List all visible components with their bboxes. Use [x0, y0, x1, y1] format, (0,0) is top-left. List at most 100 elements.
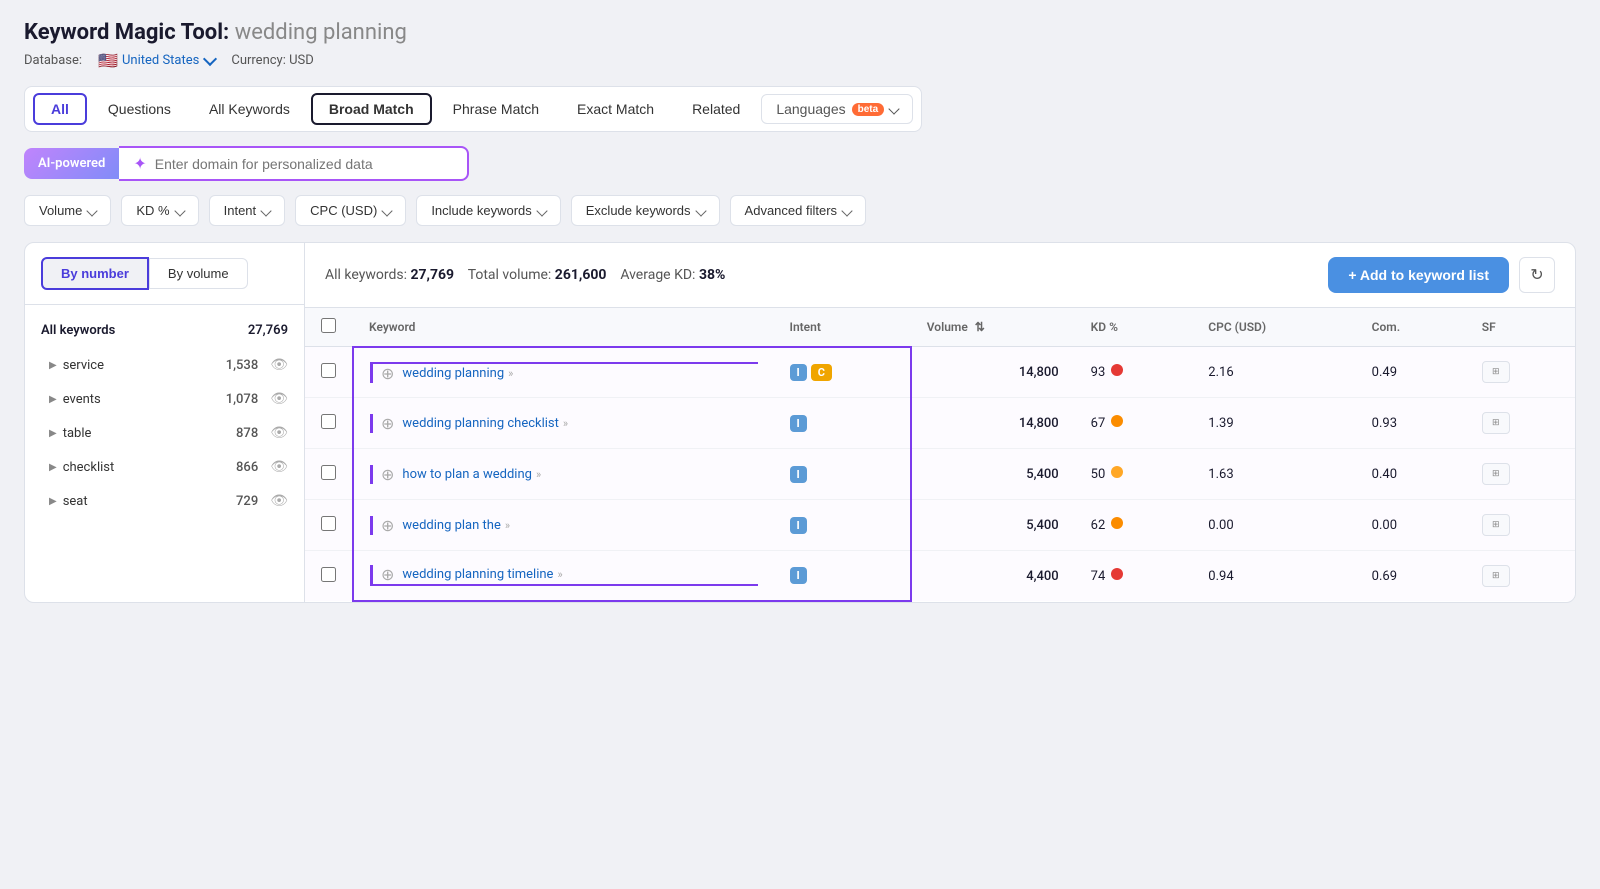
kd-value: 93: [1091, 365, 1106, 380]
add-to-keyword-list-button[interactable]: + Add to keyword list: [1328, 257, 1509, 293]
add-keyword-icon[interactable]: ⊕: [381, 565, 394, 584]
sidebar-item-table[interactable]: ▶ table 878 👁: [25, 416, 304, 450]
volume-cell: 5,400: [911, 500, 1075, 551]
tab-all-keywords[interactable]: All Keywords: [192, 94, 307, 124]
page-wrapper: Keyword Magic Tool: wedding planning Dat…: [0, 0, 1600, 889]
sidebar: By number By volume All keywords 27,769 …: [25, 243, 305, 602]
kd-indicator: [1111, 466, 1123, 478]
exclude-keywords-label: Exclude keywords: [586, 203, 691, 218]
sidebar-item-seat[interactable]: ▶ seat 729 👁: [25, 484, 304, 518]
ai-label: AI-powered: [24, 148, 119, 179]
chevron-down-icon: [695, 205, 706, 216]
sidebar-item-checklist[interactable]: ▶ checklist 866 👁: [25, 450, 304, 484]
languages-label: Languages: [776, 101, 845, 117]
all-keywords-value: 27,769: [410, 267, 454, 283]
sf-cell: ⊞: [1466, 500, 1575, 551]
kd-indicator: [1111, 568, 1123, 580]
keyword-text: wedding planning: [402, 366, 504, 381]
keyword-link[interactable]: wedding planning timeline »: [402, 567, 562, 582]
db-row: Database: 🇺🇸 United States Currency: USD: [24, 51, 1576, 70]
row-checkbox[interactable]: [321, 414, 336, 429]
volume-column-header[interactable]: Volume ⇅: [911, 308, 1075, 347]
double-arrow-icon: »: [505, 519, 510, 532]
keyword-link[interactable]: how to plan a wedding »: [402, 467, 541, 482]
sidebar-item-name: service: [63, 358, 220, 373]
query-label: wedding planning: [235, 20, 407, 45]
serp-features-icon[interactable]: ⊞: [1482, 361, 1510, 383]
keyword-link[interactable]: wedding planning »: [402, 366, 513, 381]
intent-cell: I: [774, 500, 911, 551]
eye-icon[interactable]: 👁: [270, 459, 288, 475]
kd-value: 62: [1091, 518, 1106, 533]
chevron-down-icon: [203, 51, 217, 65]
kd-indicator: [1111, 364, 1123, 376]
intent-filter[interactable]: Intent: [209, 195, 286, 226]
cpc-filter[interactable]: CPC (USD): [295, 195, 406, 226]
database-link[interactable]: 🇺🇸 United States: [98, 51, 215, 70]
select-all-header: [305, 308, 353, 347]
row-checkbox[interactable]: [321, 363, 336, 378]
database-value: United States: [122, 53, 199, 68]
keyword-link[interactable]: wedding planning checklist »: [402, 416, 568, 431]
sort-by-volume-button[interactable]: By volume: [149, 258, 248, 289]
exclude-keywords-filter[interactable]: Exclude keywords: [571, 195, 720, 226]
tab-phrase-match[interactable]: Phrase Match: [436, 94, 556, 124]
sf-cell: ⊞: [1466, 347, 1575, 398]
expand-icon: ▶: [49, 496, 57, 507]
row-checkbox[interactable]: [321, 465, 336, 480]
tab-related[interactable]: Related: [675, 94, 757, 124]
volume-filter[interactable]: Volume: [24, 195, 111, 226]
add-keyword-icon[interactable]: ⊕: [381, 516, 394, 535]
kd-filter[interactable]: KD %: [121, 195, 198, 226]
serp-features-icon[interactable]: ⊞: [1482, 514, 1510, 536]
cpc-cell: 2.16: [1192, 347, 1355, 398]
serp-features-icon[interactable]: ⊞: [1482, 463, 1510, 485]
sidebar-item-count: 1,538: [226, 358, 258, 373]
row-checkbox-cell: [305, 500, 353, 551]
row-checkbox[interactable]: [321, 567, 336, 582]
cpc-cell: 1.39: [1192, 398, 1355, 449]
sort-by-number-button[interactable]: By number: [41, 257, 149, 290]
chevron-down-icon: [174, 205, 185, 216]
serp-features-icon[interactable]: ⊞: [1482, 412, 1510, 434]
add-keyword-icon[interactable]: ⊕: [381, 364, 394, 383]
avg-kd-label: Average KD:: [620, 267, 695, 283]
add-keyword-icon[interactable]: ⊕: [381, 414, 394, 433]
select-all-checkbox[interactable]: [321, 318, 336, 333]
add-keyword-icon[interactable]: ⊕: [381, 465, 394, 484]
intent-cell: I: [774, 449, 911, 500]
volume-cell: 14,800: [911, 398, 1075, 449]
advanced-filters-filter[interactable]: Advanced filters: [730, 195, 867, 226]
tab-questions[interactable]: Questions: [91, 94, 188, 124]
sidebar-item-service[interactable]: ▶ service 1,538 👁: [25, 348, 304, 382]
kd-value: 74: [1091, 569, 1106, 584]
refresh-button[interactable]: ↻: [1519, 257, 1555, 293]
tab-all[interactable]: All: [33, 93, 87, 125]
tab-exact-match[interactable]: Exact Match: [560, 94, 671, 124]
double-arrow-icon: »: [563, 417, 568, 430]
intent-badge: I: [790, 567, 807, 584]
keyword-cell: ⊕ wedding planning »: [353, 347, 774, 398]
intent-badge: I: [790, 415, 807, 432]
com-cell: 0.49: [1356, 347, 1466, 398]
sidebar-item-events[interactable]: ▶ events 1,078 👁: [25, 382, 304, 416]
include-keywords-filter[interactable]: Include keywords: [416, 195, 560, 226]
kd-value: 67: [1091, 416, 1106, 431]
eye-icon[interactable]: 👁: [270, 493, 288, 509]
serp-features-icon[interactable]: ⊞: [1482, 565, 1510, 587]
sidebar-item-count: 878: [236, 426, 258, 441]
tab-broad-match[interactable]: Broad Match: [311, 93, 432, 125]
languages-button[interactable]: Languages beta: [761, 94, 913, 124]
sidebar-item-name: seat: [63, 494, 230, 509]
kd-indicator: [1111, 517, 1123, 529]
row-checkbox-cell: [305, 398, 353, 449]
eye-icon[interactable]: 👁: [270, 357, 288, 373]
ai-domain-input[interactable]: [155, 156, 454, 172]
eye-icon[interactable]: 👁: [270, 391, 288, 407]
filters-row: Volume KD % Intent CPC (USD) Include key…: [24, 195, 1576, 226]
row-checkbox[interactable]: [321, 516, 336, 531]
total-volume-label: Total volume:: [468, 267, 552, 283]
keyword-link[interactable]: wedding plan the »: [402, 518, 510, 533]
eye-icon[interactable]: 👁: [270, 425, 288, 441]
sidebar-list: All keywords 27,769 ▶ service 1,538 👁 ▶ …: [25, 305, 304, 526]
